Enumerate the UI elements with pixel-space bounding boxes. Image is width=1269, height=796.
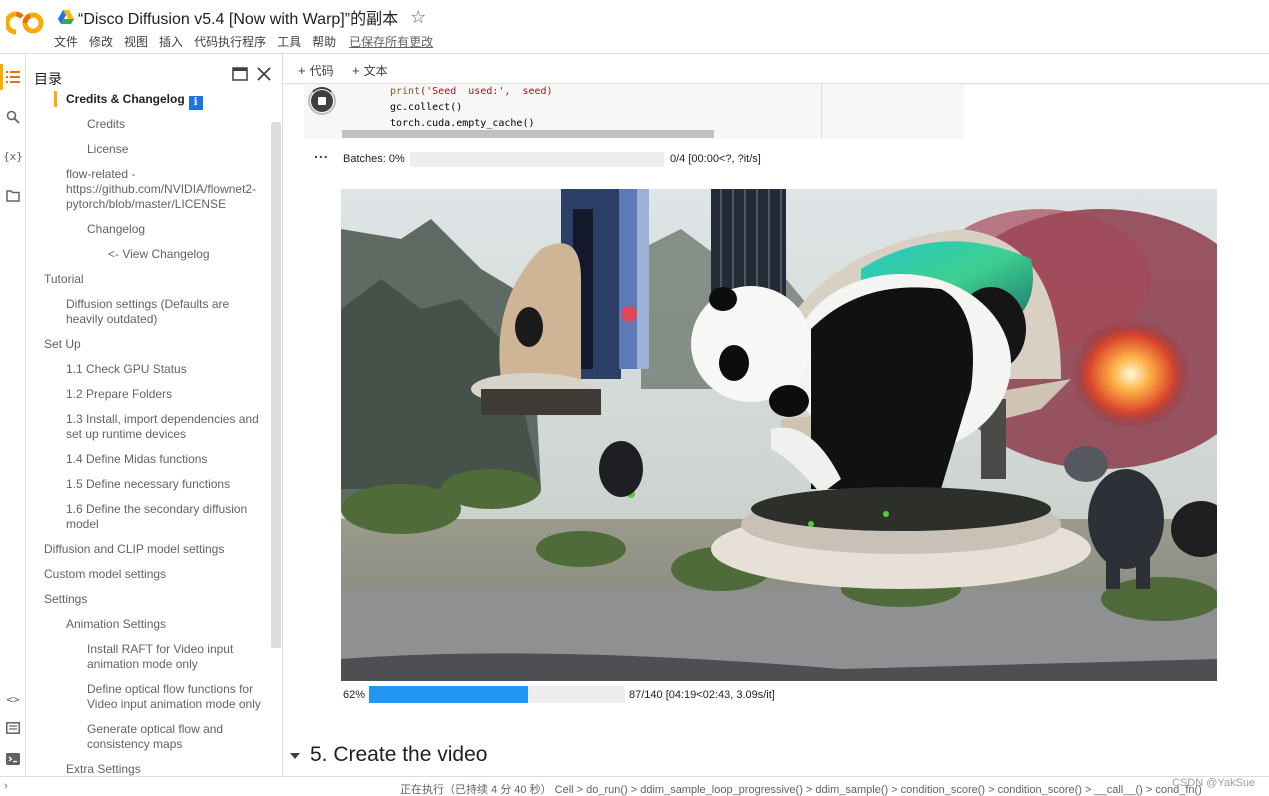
command-palette-icon[interactable] xyxy=(3,718,23,738)
toc-item[interactable]: Settings xyxy=(44,592,87,607)
code-print-fn: print xyxy=(390,86,421,97)
menu-edit[interactable]: 修改 xyxy=(89,33,113,50)
toc-item[interactable]: Extra Settings xyxy=(66,762,141,776)
code-cell[interactable]: print('Seed used:', seed) gc.collect() t… xyxy=(304,84,964,139)
toc-active-indicator xyxy=(54,91,57,107)
notebook-title[interactable]: “Disco Diffusion v5.4 [Now with Warp]”的副… xyxy=(78,5,398,29)
toc-item[interactable]: Custom model settings xyxy=(44,567,166,582)
watermark: CSDN @YakSue xyxy=(1172,777,1256,789)
toc-header: 目录 xyxy=(27,54,282,90)
add-text-label: 文本 xyxy=(363,64,388,78)
toc-item[interactable]: 1.1 Check GPU Status xyxy=(66,362,187,377)
search-icon[interactable] xyxy=(3,107,23,127)
toc-item[interactable]: 1.4 Define Midas functions xyxy=(66,452,207,467)
generated-output-image xyxy=(341,189,1217,681)
toc-item[interactable]: 1.3 Install, import dependencies and set… xyxy=(66,412,259,442)
toc-item[interactable]: 1.2 Prepare Folders xyxy=(66,387,172,402)
code-line-2[interactable]: gc.collect() xyxy=(390,100,462,116)
google-drive-icon[interactable] xyxy=(58,10,74,24)
toc-item[interactable]: Set Up xyxy=(44,337,81,352)
plus-icon: + xyxy=(352,63,360,78)
section-heading: 5. Create the video xyxy=(310,743,488,766)
expand-arrow-icon[interactable]: › xyxy=(4,780,8,792)
notebook-toolbar: + 代码 + 文本 xyxy=(284,54,1269,84)
toc-item[interactable]: <- View Changelog xyxy=(108,247,210,262)
batches-progress-bar xyxy=(410,152,664,167)
toc-item[interactable]: Diffusion settings (Defaults are heavily… xyxy=(66,297,229,327)
progress-percent: 62% xyxy=(343,689,366,701)
toc-item[interactable]: Animation Settings xyxy=(66,617,166,632)
stop-execution-button[interactable] xyxy=(311,90,333,112)
toc-item[interactable]: Changelog xyxy=(87,222,145,237)
title-row: “Disco Diffusion v5.4 [Now with Warp]”的副… xyxy=(58,6,426,28)
toc-scrollbar[interactable] xyxy=(271,122,281,648)
code-horizontal-scrollbar[interactable] xyxy=(342,130,714,138)
table-of-contents-panel: 目录 Credits & Changelog i Credits License flo… xyxy=(27,54,283,776)
header: “Disco Diffusion v5.4 [Now with Warp]”的副… xyxy=(0,0,1269,54)
toc-item[interactable]: Tutorial xyxy=(44,272,84,287)
toc-icon[interactable] xyxy=(3,67,23,87)
toc-item[interactable]: 1.5 Define necessary functions xyxy=(66,477,230,492)
toc-item[interactable]: Install RAFT for Video input animation m… xyxy=(87,642,233,672)
star-icon[interactable]: ☆ xyxy=(410,8,426,26)
menu-view[interactable]: 视图 xyxy=(124,33,148,50)
sampling-progress-bar xyxy=(369,686,625,703)
toc-item[interactable]: flow-related - https://github.com/NVIDIA… xyxy=(66,167,256,212)
variables-icon[interactable]: {x} xyxy=(3,146,23,166)
toc-item[interactable]: Generate optical flow and consistency ma… xyxy=(87,722,223,752)
toc-item[interactable]: Credits & Changelog i xyxy=(66,92,203,110)
progress-stats: 87/140 [04:19<02:43, 3.09s/it] xyxy=(629,689,775,701)
add-code-label: 代码 xyxy=(309,64,334,78)
status-bar: › 正在执行（已持续 4 分 40 秒） Cell > do_run() > d… xyxy=(0,776,1269,796)
code-cell-divider xyxy=(821,84,822,139)
side-rail: {x} <> xyxy=(0,54,26,776)
code-line-1[interactable]: print('Seed used:', seed) xyxy=(390,84,553,100)
open-in-tab-icon[interactable] xyxy=(232,67,248,81)
add-text-button[interactable]: + 文本 xyxy=(352,62,388,79)
menu-bar: 文件 修改 视图 插入 代码执行程序 工具 帮助 已保存所有更改 xyxy=(54,33,444,50)
toc-title: 目录 xyxy=(34,71,62,87)
close-icon[interactable] xyxy=(256,66,272,82)
toc-item[interactable]: Define optical flow functions for Video … xyxy=(87,682,261,712)
menu-file[interactable]: 文件 xyxy=(54,33,78,50)
info-icon: i xyxy=(188,96,203,110)
terminal-icon[interactable] xyxy=(3,749,23,769)
batches-label: Batches: 0% xyxy=(343,153,405,165)
notebook-area: + 代码 + 文本 print('Seed used:', seed) gc.col… xyxy=(284,54,1269,776)
plus-icon: + xyxy=(298,63,306,78)
output-menu-icon[interactable]: ... xyxy=(314,146,329,160)
batches-stats: 0/4 [00:00<?, ?it/s] xyxy=(670,153,761,165)
colab-logo[interactable] xyxy=(6,10,44,36)
sampling-progress-fill xyxy=(369,686,528,703)
toc-item[interactable]: 1.6 Define the secondary diffusion model xyxy=(66,502,247,532)
toc-item[interactable]: Credits xyxy=(87,117,125,132)
collapse-chevron-icon[interactable] xyxy=(289,750,301,762)
add-code-button[interactable]: + 代码 xyxy=(298,62,334,79)
toc-item[interactable]: Diffusion and CLIP model settings xyxy=(44,542,224,557)
menu-tools[interactable]: 工具 xyxy=(277,33,301,50)
menu-runtime[interactable]: 代码执行程序 xyxy=(194,33,266,50)
toc-item[interactable]: License xyxy=(87,142,128,157)
execution-status[interactable]: 正在执行（已持续 4 分 40 秒） Cell > do_run() > ddi… xyxy=(400,781,1202,796)
saved-status-link[interactable]: 已保存所有更改 xyxy=(349,33,433,50)
menu-help[interactable]: 帮助 xyxy=(312,33,336,50)
code-print-args: ('Seed used:', seed) xyxy=(420,86,553,97)
menu-insert[interactable]: 插入 xyxy=(159,33,183,50)
folder-icon[interactable] xyxy=(3,186,23,206)
code-snippets-icon[interactable]: <> xyxy=(3,689,23,709)
